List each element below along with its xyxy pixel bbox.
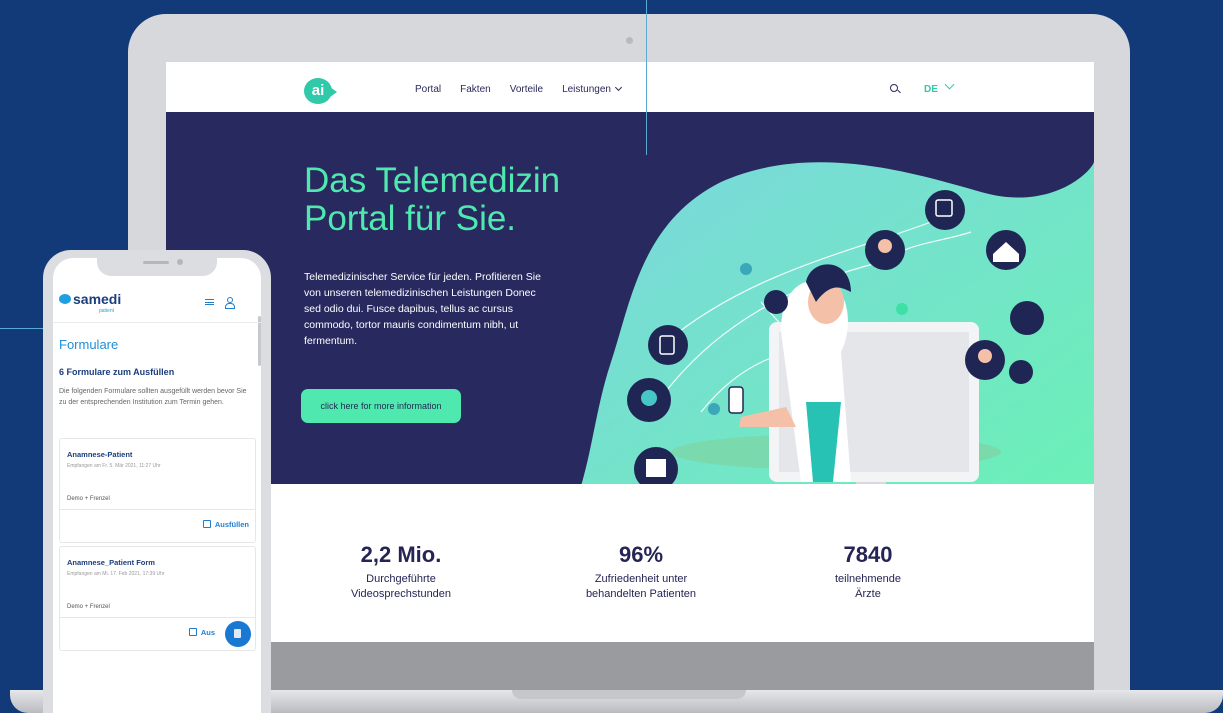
main-nav: Portal Fakten Vorteile Leistungen bbox=[415, 83, 623, 95]
user-account-icon[interactable] bbox=[225, 297, 235, 309]
hero-description: Telemedizinischer Service für jeden. Pro… bbox=[304, 271, 541, 347]
document-plus-icon bbox=[648, 325, 688, 365]
form-received-date: Empfangen am Fr. 5. Mär 2021, 11:27 Uhr bbox=[67, 463, 161, 469]
edit-icon bbox=[202, 520, 211, 528]
stat-value: 96% bbox=[618, 542, 664, 567]
stat-label: Zufriedenheit unter behandelten Patienten bbox=[571, 572, 711, 602]
stat-satisfaction: 96% Zufriedenheit unter behandelten Patie… bbox=[571, 542, 711, 602]
stat-label-line2: Ärzte bbox=[855, 588, 881, 600]
more-info-button[interactable]: click here for more information bbox=[301, 389, 461, 423]
laptop-bezel-bottom bbox=[166, 642, 1094, 690]
nav-item-leistungen[interactable]: Leistungen bbox=[562, 83, 623, 95]
stat-label-line1: Durchgeführte bbox=[366, 573, 436, 585]
stat-doctors: 7840 teilnehmende Ärzte bbox=[808, 542, 928, 602]
stat-label: Durchgeführte Videosprechstunden bbox=[336, 572, 466, 602]
stat-label-line2: behandelten Patienten bbox=[585, 588, 697, 600]
site-header: ai Portal Fakten Vorteile Leistungen DE bbox=[166, 62, 1094, 112]
calendar-globe-icon bbox=[925, 190, 965, 230]
website-screen: ai Portal Fakten Vorteile Leistungen DE … bbox=[166, 62, 1094, 642]
fill-out-button[interactable]: Ausfüllen bbox=[202, 519, 249, 529]
forms-count-heading: 6 Formulare zum Ausfüllen bbox=[59, 367, 175, 377]
speaker-grille bbox=[143, 261, 169, 264]
fill-out-button[interactable]: Aus bbox=[188, 627, 215, 637]
form-title[interactable]: Anamnese_Patient Form bbox=[67, 558, 155, 567]
phone-notch bbox=[97, 258, 217, 276]
stat-label: teilnehmende Ärzte bbox=[808, 572, 928, 602]
network-nodes-icon bbox=[1010, 301, 1044, 335]
stat-value: 2,2 Mio. bbox=[360, 542, 442, 567]
stats-section: 2,2 Mio. Durchgeführte Videosprechstunden… bbox=[166, 484, 1094, 642]
card-divider bbox=[60, 509, 255, 510]
nav-item-portal[interactable]: Portal bbox=[415, 84, 441, 95]
stat-label-line2: Videosprechstunden bbox=[350, 588, 452, 600]
stat-consultations: 2,2 Mio. Durchgeführte Videosprechstunden bbox=[336, 542, 466, 602]
fill-out-label: Aus bbox=[200, 628, 215, 637]
form-organization: Demo + Frenzel bbox=[67, 604, 110, 610]
front-camera bbox=[177, 259, 183, 265]
laptop-camera bbox=[626, 37, 633, 44]
chevron-down-icon bbox=[614, 83, 623, 92]
nav-item-fakten[interactable]: Fakten bbox=[460, 84, 491, 95]
samedi-logo-icon bbox=[59, 294, 71, 304]
samedi-logo[interactable]: samedi bbox=[59, 291, 121, 307]
callout-line bbox=[646, 0, 647, 155]
form-received-date: Empfangen am Mi. 17. Feb 2021, 17:39 Uhr bbox=[67, 571, 165, 577]
header-divider bbox=[53, 322, 261, 323]
form-title[interactable]: Anamnese-Patient bbox=[67, 450, 132, 459]
nav-item-vorteile[interactable]: Vorteile bbox=[510, 84, 543, 95]
form-organization: Demo + Frenzel bbox=[67, 496, 110, 502]
stat-label-line1: teilnehmende bbox=[834, 573, 902, 585]
fill-out-label: Ausfüllen bbox=[214, 520, 249, 529]
telemedicine-illustration bbox=[551, 162, 1094, 534]
page-title: Formulare bbox=[59, 337, 119, 352]
chat-support-button[interactable] bbox=[225, 621, 251, 647]
site-logo[interactable]: ai bbox=[304, 78, 337, 104]
hero-section: Das Telemedizin Portal für Sie. Telemedi… bbox=[166, 112, 1094, 534]
stat-label-line1: Zufriedenheit unter bbox=[594, 573, 688, 585]
smartphone-icon bbox=[728, 386, 744, 414]
card-divider bbox=[60, 617, 255, 618]
stat-value: 7840 bbox=[843, 542, 893, 567]
search-icon[interactable] bbox=[890, 84, 898, 92]
nav-item-leistungen-label: Leistungen bbox=[562, 84, 611, 95]
language-selector[interactable]: DE bbox=[924, 84, 938, 95]
scrollbar[interactable] bbox=[258, 316, 261, 366]
samedi-logo-text: samedi bbox=[73, 291, 122, 307]
samedi-logo-sub: patient bbox=[99, 308, 115, 314]
edit-icon bbox=[188, 628, 197, 636]
chevron-down-icon[interactable] bbox=[944, 79, 955, 90]
phone-screen: samedi patient Formulare 6 Formulare zum… bbox=[53, 258, 261, 713]
form-card[interactable]: Anamnese-Patient Empfangen am Fr. 5. Mär… bbox=[59, 438, 256, 543]
forms-description: Die folgenden Formulare sollten ausgefül… bbox=[59, 388, 247, 406]
hamburger-menu-icon[interactable] bbox=[205, 299, 214, 305]
laptop-notch bbox=[512, 690, 746, 699]
